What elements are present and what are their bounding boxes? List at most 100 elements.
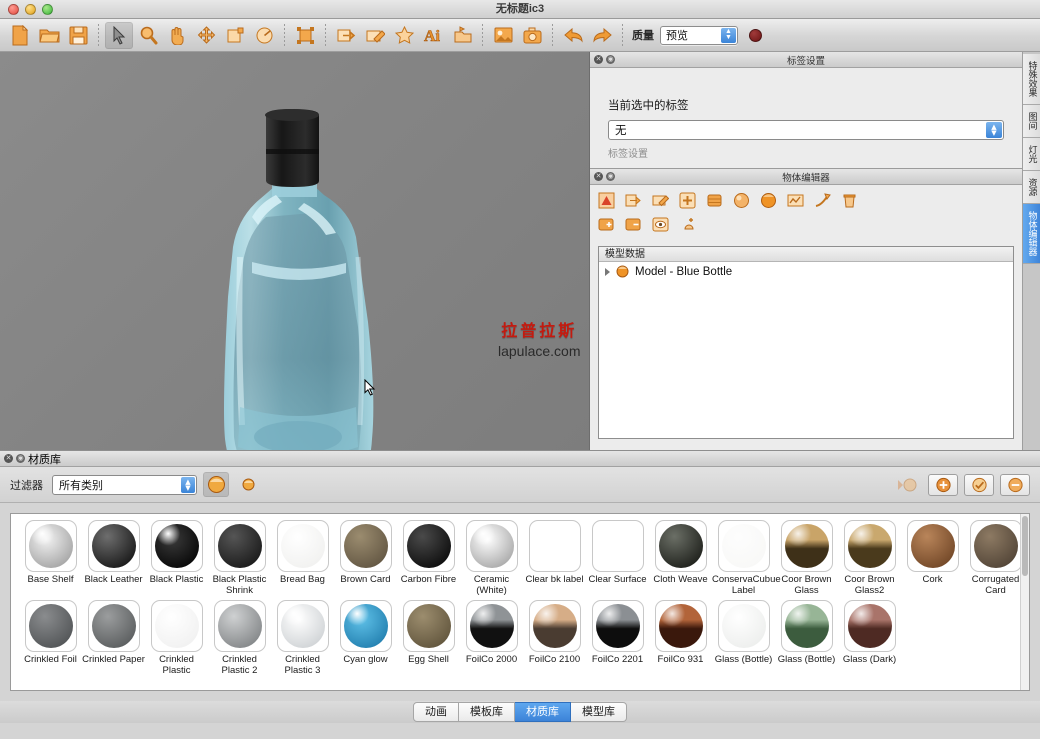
render-image-button[interactable]	[489, 22, 517, 49]
material-swatch-cell[interactable]: Carbon Fibre	[397, 520, 460, 596]
material-swatch[interactable]	[466, 520, 518, 572]
material-swatch[interactable]	[25, 520, 77, 572]
material-swatch[interactable]	[655, 520, 707, 572]
material-swatch-cell[interactable]: Brown Card	[334, 520, 397, 596]
material-swatch[interactable]	[529, 600, 581, 652]
import-file-button[interactable]	[448, 22, 476, 49]
pan-tool-button[interactable]	[163, 22, 191, 49]
new-document-button[interactable]	[6, 22, 34, 49]
material-swatch-cell[interactable]: Cloth Weave	[649, 520, 712, 596]
material-swatch-cell[interactable]: Clear Surface	[586, 520, 649, 596]
material-swatch[interactable]	[844, 600, 896, 652]
chevron-updown-icon[interactable]: ▲▼	[181, 477, 195, 493]
material-swatch-cell[interactable]: FoilCo 931	[649, 600, 712, 676]
snapshot-button[interactable]	[518, 22, 546, 49]
material-swatch-cell[interactable]: Black Plastic	[145, 520, 208, 596]
frame-tool-button[interactable]	[291, 22, 319, 49]
material-swatch[interactable]	[25, 600, 77, 652]
eye-box-icon[interactable]	[652, 216, 669, 233]
material-swatch-cell[interactable]: Cork	[901, 520, 964, 596]
tab-environment[interactable]: 图间	[1023, 105, 1040, 138]
material-swatch[interactable]	[151, 600, 203, 652]
view-large-swatch-button[interactable]	[203, 472, 229, 497]
chevron-updown-icon[interactable]: ▲▼	[721, 28, 736, 43]
curve-icon[interactable]	[814, 192, 831, 209]
edit-pencil-icon[interactable]	[652, 192, 669, 209]
add-material-button[interactable]	[928, 474, 958, 496]
favorites-button[interactable]	[390, 22, 418, 49]
material-swatch-cell[interactable]: Crinkled Plastic 3	[271, 600, 334, 676]
material-swatch[interactable]	[340, 600, 392, 652]
material-swatch[interactable]	[781, 600, 833, 652]
tab-material-library[interactable]: 材质库	[515, 702, 571, 722]
material-swatch[interactable]	[781, 520, 833, 572]
material-swatch[interactable]	[277, 600, 329, 652]
move-tool-button[interactable]	[192, 22, 220, 49]
tab-special-effects[interactable]: 特殊效果	[1023, 54, 1040, 105]
material-grid-container[interactable]: Base ShelfBlack LeatherBlack PlasticBlac…	[10, 513, 1030, 691]
filter-select[interactable]: 所有类别 ▲▼	[52, 475, 197, 495]
bottle-model[interactable]	[200, 107, 420, 450]
apply-material-button[interactable]	[892, 474, 922, 496]
trash-icon[interactable]	[841, 192, 858, 209]
triangle-material-icon[interactable]	[598, 192, 615, 209]
scrollbar-thumb[interactable]	[1022, 516, 1028, 576]
tab-resources[interactable]: 资源	[1023, 171, 1040, 204]
model-tree[interactable]: 模型数据 Model - Blue Bottle	[598, 246, 1014, 439]
material-swatch-cell[interactable]: Cyan glow	[334, 600, 397, 676]
material-swatch[interactable]	[718, 520, 770, 572]
material-swatch-cell[interactable]: FoilCo 2201	[586, 600, 649, 676]
tab-object-editor[interactable]: 物体编辑器	[1023, 204, 1040, 264]
light-plus-icon[interactable]	[679, 216, 696, 233]
chevron-right-icon[interactable]	[605, 268, 610, 276]
panel-options-icon[interactable]: ◉	[16, 454, 25, 463]
material-swatch-cell[interactable]: Glass (Dark)	[838, 600, 901, 676]
tab-lights[interactable]: 灯光	[1023, 138, 1040, 171]
material-swatch[interactable]	[592, 520, 644, 572]
remove-material-button[interactable]	[1000, 474, 1030, 496]
material-swatch[interactable]	[214, 520, 266, 572]
scale-tool-button[interactable]	[221, 22, 249, 49]
layers-icon[interactable]	[706, 192, 723, 209]
rotate-tool-button[interactable]	[250, 22, 278, 49]
material-swatch[interactable]	[970, 520, 1022, 572]
select-tool-button[interactable]	[105, 22, 133, 49]
material-swatch-cell[interactable]: Egg Shell	[397, 600, 460, 676]
3d-viewport[interactable]: 拉普拉斯 lapulace.com	[0, 52, 590, 450]
redo-button[interactable]	[588, 22, 616, 49]
chart-icon[interactable]	[787, 192, 804, 209]
material-swatch-cell[interactable]: Crinkled Paper	[82, 600, 145, 676]
material-grid-scrollbar[interactable]	[1020, 514, 1029, 690]
material-swatch[interactable]	[88, 600, 140, 652]
material-swatch[interactable]	[151, 520, 203, 572]
save-button[interactable]	[64, 22, 92, 49]
material-swatch-cell[interactable]: ConservaCubue Label	[712, 520, 775, 596]
material-swatch[interactable]	[592, 600, 644, 652]
material-swatch-cell[interactable]: Crinkled Plastic 2	[208, 600, 271, 676]
material-swatch-cell[interactable]: Clear bk label	[523, 520, 586, 596]
material-swatch-cell[interactable]: Corrugated Card	[964, 520, 1027, 596]
texture-ball-icon[interactable]	[733, 192, 750, 209]
material-swatch-cell[interactable]: Black Plastic Shrink	[208, 520, 271, 596]
material-swatch-cell[interactable]: Glass (Bottle)	[712, 600, 775, 676]
tab-animation[interactable]: 动画	[413, 702, 459, 722]
material-ball-icon[interactable]	[760, 192, 777, 209]
undo-button[interactable]	[559, 22, 587, 49]
material-swatch[interactable]	[214, 600, 266, 652]
tag-arrow-icon[interactable]	[625, 192, 642, 209]
edit-object-button[interactable]	[361, 22, 389, 49]
material-swatch[interactable]	[844, 520, 896, 572]
material-swatch-cell[interactable]: Bread Bag	[271, 520, 334, 596]
add-object-button[interactable]	[332, 22, 360, 49]
material-swatch-cell[interactable]: Ceramic (White)	[460, 520, 523, 596]
material-swatch-cell[interactable]: FoilCo 2000	[460, 600, 523, 676]
plus-box-icon[interactable]	[679, 192, 696, 209]
material-swatch-cell[interactable]: Base Shelf	[19, 520, 82, 596]
material-swatch-cell[interactable]: FoilCo 2100	[523, 600, 586, 676]
chevron-updown-icon[interactable]: ▲▼	[986, 122, 1002, 138]
material-swatch[interactable]	[655, 600, 707, 652]
material-swatch[interactable]	[88, 520, 140, 572]
material-swatch[interactable]	[403, 600, 455, 652]
material-swatch-cell[interactable]: Black Leather	[82, 520, 145, 596]
tab-model-library[interactable]: 模型库	[571, 702, 627, 722]
